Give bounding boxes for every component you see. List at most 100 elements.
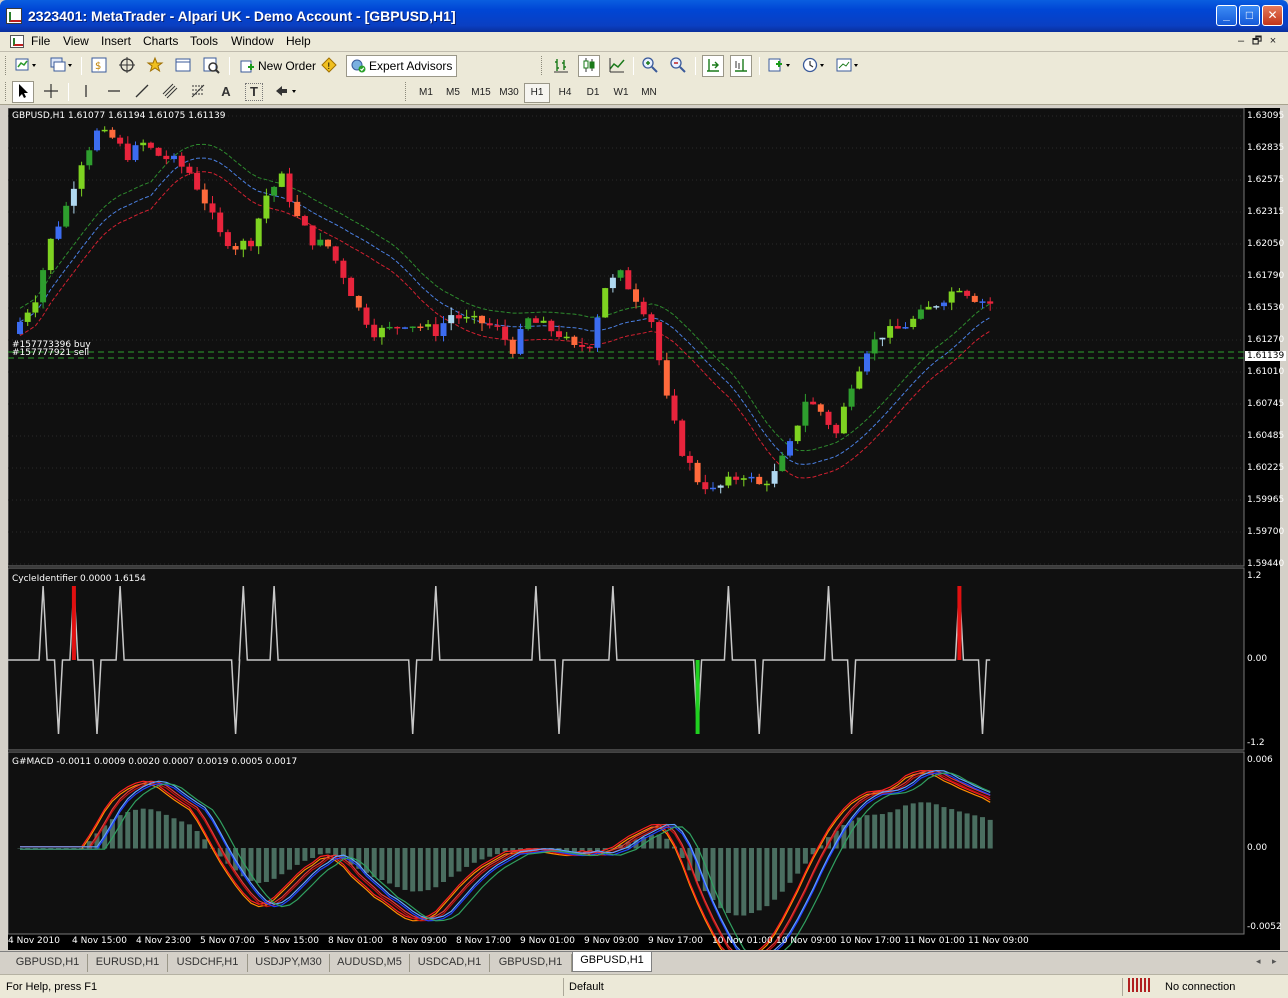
candlesticks-icon[interactable] [578,55,600,77]
chart-canvas[interactable] [8,108,1280,950]
toolbar-grip[interactable] [541,56,544,75]
macd-histogram-bar [494,848,500,855]
metaeditor-icon[interactable]: ! [318,55,340,77]
mdi-minimize-button[interactable]: – [1234,35,1248,49]
candle-body [594,317,601,348]
toolbar-grip[interactable] [5,82,8,101]
tabs-scroll-right-icon[interactable]: ▸ [1272,956,1277,967]
macd-histogram-bar [949,809,955,849]
chart-window-icon[interactable] [10,35,24,48]
candle-body [378,327,385,338]
macd-histogram-bar [456,848,462,872]
menu-tools[interactable]: Tools [190,34,218,48]
favorites-icon[interactable] [144,55,166,77]
equidistant-channel-icon[interactable] [159,81,181,103]
indicators-icon[interactable] [765,55,795,77]
menu-help[interactable]: Help [286,34,311,48]
main-pane-border [8,108,1245,567]
chart-shift-icon[interactable] [730,55,752,77]
new-order-icon [239,58,255,80]
macd-histogram-bar [864,815,870,849]
cycle-axis-bottom: -1.2 [1247,738,1265,748]
navigator-icon[interactable] [116,55,138,77]
candle-body [671,395,678,421]
tabs-scroll-left-icon[interactable]: ◂ [1256,956,1261,967]
menu-insert[interactable]: Insert [101,34,131,48]
tab-usdchf-h1[interactable]: USDCHF,H1 [168,954,248,972]
timeframe-mn[interactable]: MN [636,83,662,103]
tab-gbpusd-h1-2[interactable]: GBPUSD,H1 [490,954,572,972]
close-button[interactable]: ✕ [1262,5,1283,26]
cycle-trough-bar [695,660,700,734]
menu-file[interactable]: File [31,34,50,48]
text-icon[interactable]: A [215,81,237,103]
mdi-close-button[interactable]: × [1266,35,1280,49]
menu-window[interactable]: Window [231,34,274,48]
arrows-icon[interactable] [271,81,301,103]
crosshair-icon[interactable] [40,81,62,103]
toolbar-grip[interactable] [405,82,408,101]
expert-advisors-button[interactable]: Expert Advisors [346,55,458,77]
new-chart-icon[interactable] [12,55,42,77]
candle-body [840,406,847,434]
periods-icon[interactable] [799,55,829,77]
tab-audusd-m5[interactable]: AUDUSD,M5 [330,954,410,972]
fibonacci-icon[interactable] [187,81,209,103]
market-watch-icon[interactable]: $ [88,55,110,77]
menu-view[interactable]: View [63,34,89,48]
chart-window[interactable]: GBPUSD,H1 1.61077 1.61194 1.61075 1.6113… [8,108,1287,950]
metatrader-app-icon[interactable] [6,8,22,24]
profiles-icon[interactable] [46,55,76,77]
price-axis-tick: 1.62050 [1247,239,1285,249]
timeframe-m15[interactable]: M15 [468,83,494,103]
timeframe-m5[interactable]: M5 [440,83,466,103]
timeframe-m30[interactable]: M30 [496,83,522,103]
zoom-out-icon[interactable] [667,55,689,77]
macd-histogram-bar [656,834,662,849]
tab-gbpusd-h1-active[interactable]: GBPUSD,H1 [572,952,652,972]
line-chart-icon[interactable] [606,55,628,77]
maximize-button[interactable]: □ [1239,5,1260,26]
timeframe-h4[interactable]: H4 [552,83,578,103]
templates-icon[interactable] [833,55,863,77]
new-order-button[interactable]: New Order [235,55,321,77]
terminal-icon[interactable] [172,55,194,77]
text-label-icon[interactable]: T [245,83,263,101]
timeframe-m1[interactable]: M1 [413,83,439,103]
macd-histogram-bar [263,848,269,882]
strategy-tester-icon[interactable] [200,55,222,77]
toolbar-grip[interactable] [5,56,8,75]
candle-body [571,336,578,345]
candle-body [802,401,809,426]
mdi-restore-button[interactable]: 🗗 [1250,35,1264,49]
horizontal-line-icon[interactable] [103,81,125,103]
timeframe-h1[interactable]: H1 [524,83,550,103]
candle-body [640,301,647,315]
candle-body [140,142,147,146]
macd-histogram-bar [479,848,485,860]
tab-usdjpy-m30[interactable]: USDJPY,M30 [248,954,330,972]
tab-gbpusd-h1[interactable]: GBPUSD,H1 [8,954,88,972]
macd-histogram-bar [887,812,893,849]
trendline-icon[interactable] [131,81,153,103]
menu-charts[interactable]: Charts [143,34,178,48]
status-connection: No connection [1165,981,1236,993]
timeframe-w1[interactable]: W1 [608,83,634,103]
macd-histogram-bar [56,848,61,849]
price-axis-tick: 1.60745 [1247,399,1285,409]
zoom-in-icon[interactable] [639,55,661,77]
cursor-icon[interactable] [12,81,34,103]
tab-eurusd-h1[interactable]: EURUSD,H1 [88,954,168,972]
candle-body [417,326,424,329]
macd-histogram-bar [756,848,762,911]
candle-body [602,288,609,318]
candle-body [933,306,940,308]
bar-chart-icon[interactable] [550,55,572,77]
vertical-line-icon[interactable] [75,81,97,103]
timeframe-d1[interactable]: D1 [580,83,606,103]
minimize-button[interactable]: _ [1216,5,1237,26]
macd-histogram-bar [872,814,878,849]
tab-usdcad-h1[interactable]: USDCAD,H1 [410,954,490,972]
auto-scroll-icon[interactable] [702,55,724,77]
macd-histogram-bar [202,839,208,849]
